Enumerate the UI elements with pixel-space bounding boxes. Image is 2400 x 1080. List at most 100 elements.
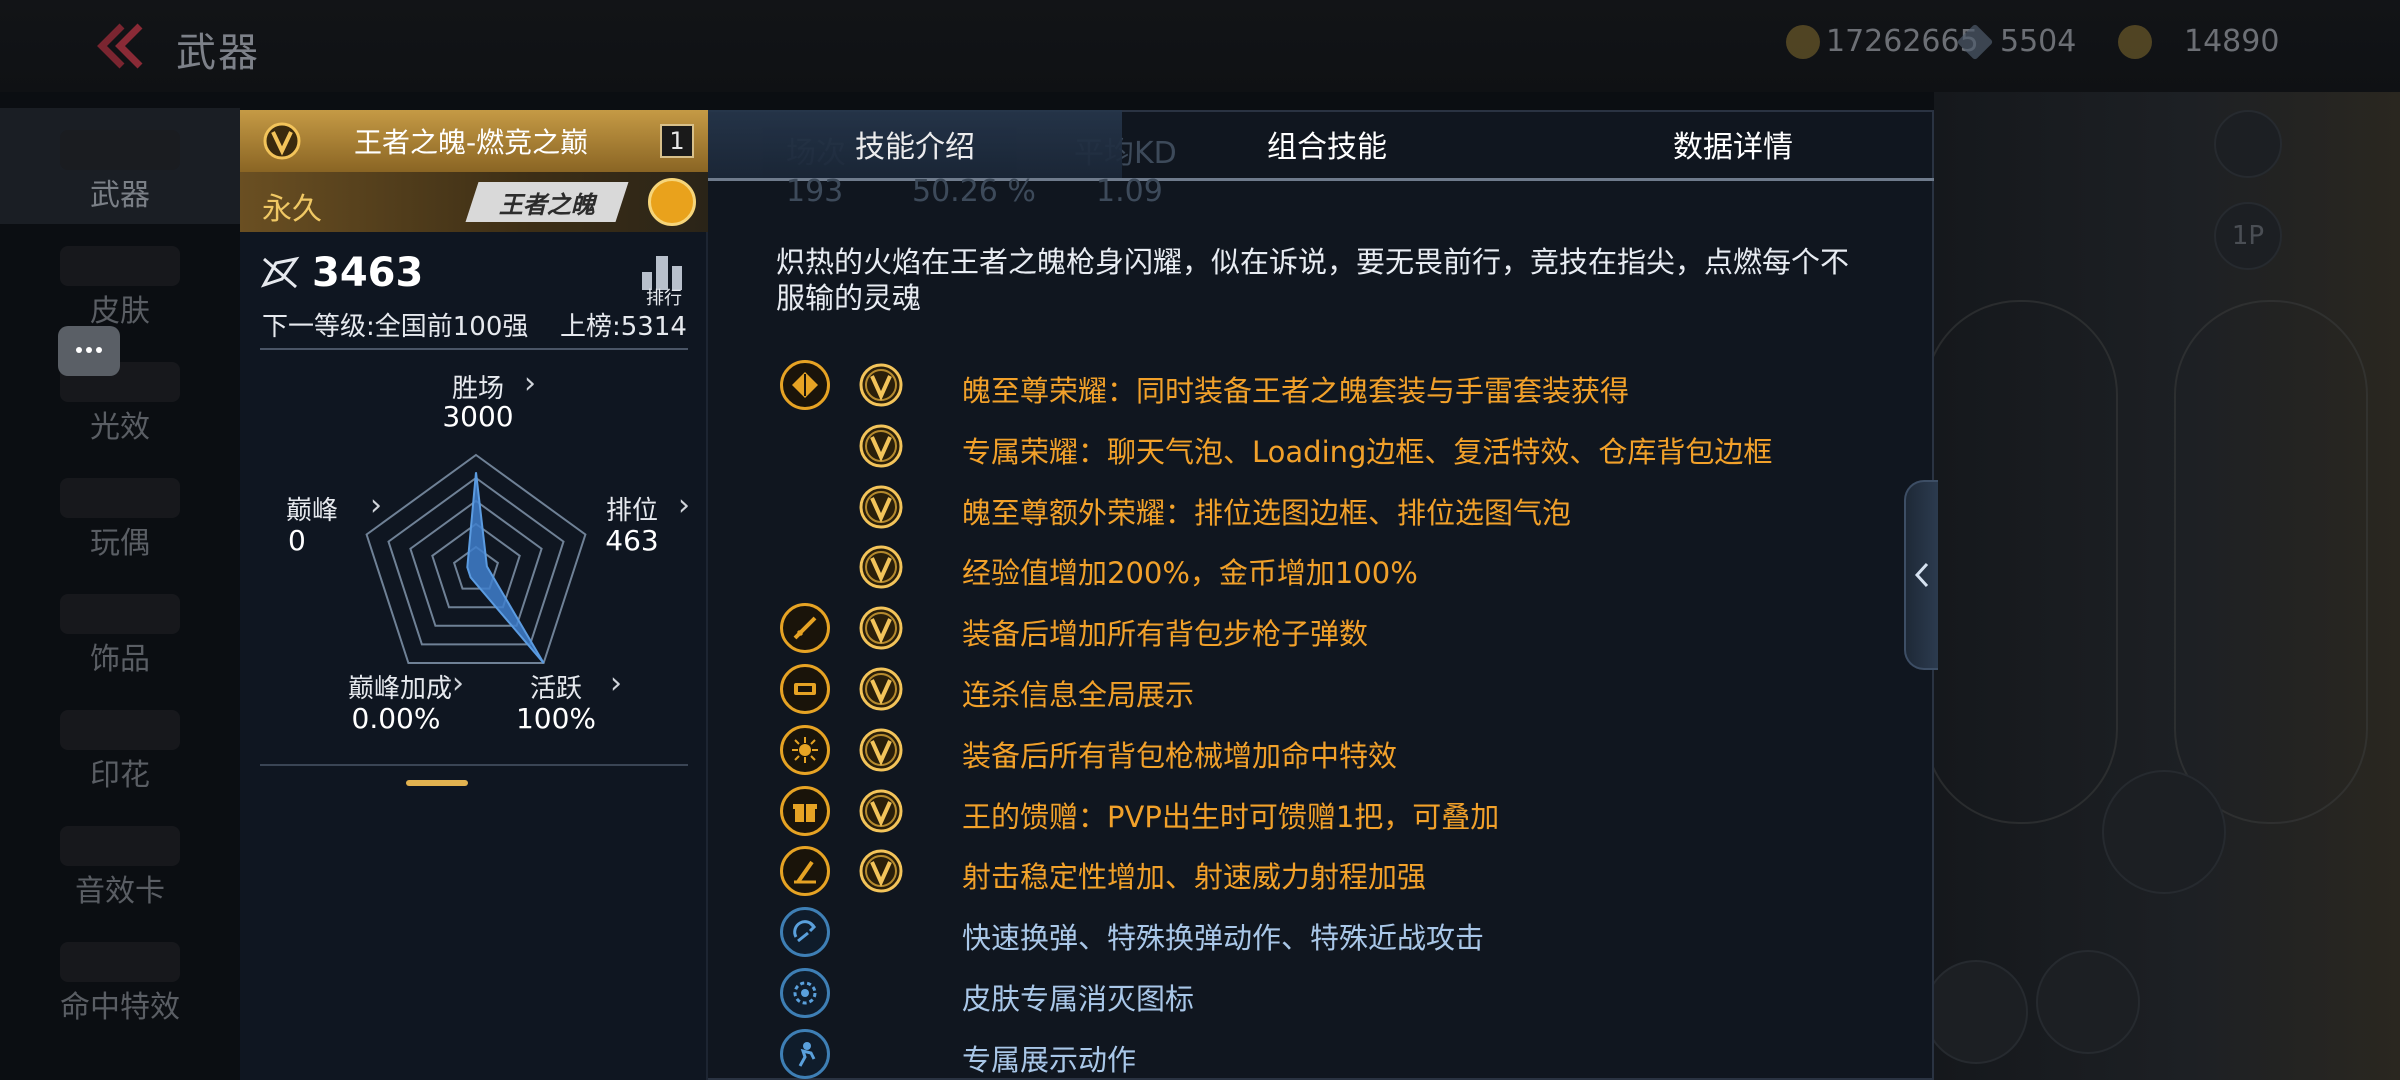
skill-row: 皮肤专属消灭图标 [776,968,1896,1018]
skill-text: 皮肤专属消灭图标 [962,982,1195,1016]
rank-label: 排位 [605,496,658,526]
currency-token[interactable]: 14890 [2118,24,2279,59]
game-background [1924,0,2400,1080]
view-toggle-button[interactable]: 1P [2214,202,2282,270]
swap-button[interactable] [1924,960,2028,1064]
token-value: 14890 [2184,24,2280,59]
detail-tabs: 场次 193 50.26 % 平均KD 1.09 技能介绍 组合技能 数据详情 [708,110,1934,209]
active-label: 活跃 [529,674,582,704]
tab-label: 数据详情 [1673,130,1793,165]
doll-icon [60,478,180,518]
sidebar-item-glow[interactable]: 光效 [0,340,240,456]
v-badge-icon [858,788,904,834]
v-badge-icon [262,121,302,161]
tab-data-details[interactable]: 数据详情 [1532,110,1934,178]
skill-text: 连杀信息全局展示 [962,678,1195,712]
next-level-text: 下一等级:全国前100强 [262,312,529,342]
killfeed-icon [780,664,830,714]
v-badge-icon [858,484,904,530]
card-header: 王者之魄-燃竞之巅 1 [240,110,708,172]
sidebar-item-hit-effect[interactable]: 命中特效 [0,920,240,1036]
skill-text: 装备后所有背包枪械增加命中特效 [962,738,1398,773]
rank-value: 463 [605,524,659,557]
skill-text: 王的馈赠：PVP出生时可馈赠1把，可叠加 [962,799,1500,834]
skill-row: 专属展示动作 [776,1028,1896,1079]
v-badge-icon [858,362,904,408]
target-silhouette [1924,300,2118,824]
leaderboard-button[interactable]: 排行 [636,250,692,309]
divider [260,348,688,350]
v-badge-icon [858,605,904,651]
weapon-card: 王者之魄-燃竞之巅 1 永久 王者之魄 3463 排行 下一等级:全国前100强… [240,110,708,1080]
sidebar-item-label: 音效卡 [75,874,165,909]
speaker-icon [60,826,180,866]
duration-label: 永久 [262,192,322,227]
rifle-icon [780,603,830,654]
target-silhouette [2174,300,2368,824]
peak-bonus-label: 巅峰加成 [347,674,452,704]
ghost-stat-value: 50.26 % [912,174,1036,209]
tab-skill-intro[interactable]: 技能介绍 [708,110,1122,178]
skill-text: 专属展示动作 [962,1042,1137,1077]
chat-bubble-icon [76,347,102,353]
rank-chevron-icon[interactable]: › [678,488,690,523]
tab-combo-skills[interactable]: 组合技能 [1122,110,1532,178]
skill-text: 魄至尊额外荣耀：排位选图边框、排位选图气泡 [962,495,1572,530]
gamepad-button[interactable] [2214,110,2282,178]
chat-button[interactable] [58,326,120,376]
token-icon [2118,24,2152,59]
stability-icon [780,846,830,897]
currency-diamond[interactable]: 5504 [1956,23,2077,60]
active-value: 100% [515,702,597,735]
skill-row: 装备后所有背包枪械增加命中特效 [776,724,1896,775]
sidebar-item-skin[interactable]: 皮肤 [0,224,240,340]
skill-text: 魄至尊荣耀：同时装备王者之魄套装与手雷套装获得 [962,374,1630,408]
collapse-panel-button[interactable] [1904,480,1938,670]
currency-coin[interactable]: 17262665 [1786,24,1979,59]
sidebar-item-doll[interactable]: 玩偶 [0,456,240,572]
ghost-stat-value: 193 [786,174,844,209]
wins-chevron-icon[interactable]: › [524,366,536,401]
top-bar: 武器 17262665 5504 14890 [0,0,2400,92]
diamond-value: 5504 [2000,24,2077,59]
sidebar-item-weapon[interactable]: 武器 [0,108,240,224]
v-badge-icon [858,727,904,773]
view-toggle-label: 1P [2231,221,2265,251]
peak-bonus-chevron-icon[interactable]: › [452,666,464,701]
reload-icon [780,907,830,958]
back-button[interactable] [90,18,150,74]
skill-text: 射击稳定性增加、射速威力射程加强 [962,860,1427,895]
tab-label: 组合技能 [1267,130,1387,165]
radar-shape [466,472,545,664]
sidebar-item-label: 命中特效 [60,990,180,1025]
gift-icon [780,785,830,836]
diamond-icon [1956,23,1994,60]
sidebar-item-label: 武器 [90,178,150,213]
ornament-icon [60,594,180,634]
chevron-left-icon [1914,562,1929,588]
sidebar-item-ornament[interactable]: 饰品 [0,572,240,688]
card-subheader: 永久 王者之魄 [240,172,708,232]
series-logo: 王者之魄 [465,182,629,222]
skill-row: 快速换弹、特殊换弹动作、特殊近战攻击 [776,907,1896,958]
skin-description: 炽热的火焰在王者之魄枪身闪耀，似在诉说，要无畏前行，竞技在指尖，点燃每个不服输的… [776,245,1850,315]
skill-text: 经验值增加200%，金币增加100% [962,556,1418,591]
skill-row: 魄至尊额外荣耀：排位选图边框、排位选图气泡 [776,482,1896,532]
v-badge-icon [858,544,904,590]
category-sidebar: 武器 皮肤 光效 玩偶 饰品 印花 音效卡 命中特效 [0,108,240,1080]
pose-icon [780,1028,830,1079]
skill-row: 专属荣耀：聊天气泡、Loading边框、复活特效、仓库背包边框 [776,421,1896,471]
sidebar-item-decal[interactable]: 印花 [0,688,240,804]
peak-bonus-value: 0.00% [351,702,441,735]
switch-weapon-button[interactable] [2036,950,2140,1054]
v-badge-icon [858,423,904,469]
sidebar-item-soundcard[interactable]: 音效卡 [0,804,240,920]
skin-icon [60,246,180,286]
kill-icon [780,968,830,1018]
medal-icon [648,178,696,226]
reload-button[interactable] [2102,770,2226,894]
active-chevron-icon[interactable]: › [610,666,622,701]
peak-chevron-icon[interactable]: › [370,488,382,523]
v-badge-icon [858,848,904,894]
weapon-name: 王者之魄-燃竞之巅 [354,126,589,159]
